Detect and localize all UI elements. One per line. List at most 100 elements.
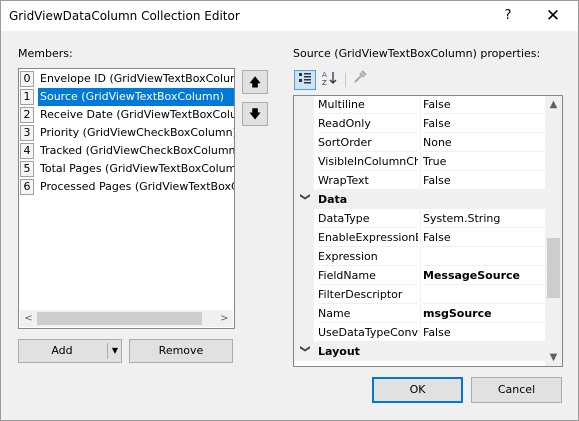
property-value[interactable]: False (423, 96, 545, 114)
members-list[interactable]: 0 Envelope ID (GridViewTextBoxColumn) 1 Sou… (18, 68, 235, 329)
column-separator[interactable] (420, 304, 421, 323)
property-value[interactable]: MessageSource (423, 266, 545, 285)
column-separator[interactable] (420, 152, 421, 171)
property-pages-button[interactable] (349, 70, 371, 90)
property-name: ReadOnly (318, 114, 418, 133)
row-gutter (294, 304, 314, 323)
svg-text:Z: Z (322, 79, 327, 86)
list-item-index: 2 (20, 107, 34, 123)
property-name: Expression (318, 247, 418, 266)
property-row[interactable]: UseDataTypeConverter False (294, 323, 545, 342)
column-separator[interactable] (420, 247, 421, 266)
list-item[interactable]: 4 Tracked (GridViewCheckBoxColumn) (20, 142, 234, 160)
property-name: EnableExpressionEditor (318, 228, 418, 247)
list-item-label: Envelope ID (GridViewTextBoxColumn) (40, 72, 234, 85)
list-item[interactable]: 0 Envelope ID (GridViewTextBoxColumn) (20, 70, 234, 88)
column-separator[interactable] (420, 323, 421, 342)
arrow-up-icon: 🡅 (248, 75, 262, 89)
property-name: Multiline (318, 96, 418, 114)
row-gutter (294, 228, 314, 247)
list-item[interactable]: 3 Priority (GridViewCheckBoxColumn) (20, 124, 234, 142)
wrench-icon (354, 70, 367, 83)
column-separator[interactable] (420, 266, 421, 285)
chevron-down-icon[interactable]: ❯ (296, 193, 315, 207)
property-row[interactable]: WrapText False (294, 171, 545, 190)
arrow-down-icon: 🡇 (248, 107, 262, 121)
scroll-right-icon[interactable]: > (216, 310, 233, 327)
property-row[interactable]: SortOrder None (294, 133, 545, 152)
list-item-label: Processed Pages (GridViewTextBoxColumn) (40, 180, 234, 193)
column-separator[interactable] (420, 228, 421, 247)
property-grid-vertical-scrollbar[interactable]: ▲ ▼ (545, 96, 562, 366)
column-separator[interactable] (420, 96, 421, 114)
property-row[interactable]: EnableExpressionEditor False (294, 228, 545, 247)
property-value[interactable]: msgSource (423, 304, 545, 323)
property-value[interactable] (423, 247, 545, 266)
row-gutter (294, 247, 314, 266)
row-gutter (294, 133, 314, 152)
row-gutter (294, 114, 314, 133)
category-label: Data (318, 193, 348, 206)
move-up-button[interactable]: 🡅 (242, 70, 268, 94)
scrollbar-thumb[interactable] (37, 312, 202, 325)
scroll-down-icon[interactable]: ▼ (545, 349, 562, 366)
property-row[interactable]: Expression (294, 247, 545, 266)
property-value[interactable]: False (423, 114, 545, 133)
list-item[interactable]: 1 Source (GridViewTextBoxColumn) (20, 88, 234, 106)
property-category[interactable]: ❯ Layout (294, 342, 545, 361)
column-separator[interactable] (420, 209, 421, 228)
scroll-up-icon[interactable]: ▲ (545, 96, 562, 113)
property-value[interactable]: False (423, 323, 545, 342)
row-gutter (294, 266, 314, 285)
property-row[interactable]: Name msgSource (294, 304, 545, 323)
close-button[interactable]: ✕ (536, 4, 570, 28)
svg-text:A: A (322, 71, 327, 79)
list-item-label: Receive Date (GridViewTextBoxColumn) (40, 108, 234, 121)
column-separator[interactable] (420, 133, 421, 152)
property-row[interactable]: FilterDescriptor (294, 285, 545, 304)
list-item-index: 1 (20, 89, 34, 105)
dropdown-arrow-icon[interactable]: ▼ (109, 340, 121, 362)
list-item-label: Source (GridViewTextBoxColumn) (38, 88, 234, 106)
property-value[interactable]: False (423, 171, 545, 190)
property-row[interactable]: DataType System.String (294, 209, 545, 228)
scrollbar-thumb[interactable] (547, 238, 560, 298)
column-separator[interactable] (420, 285, 421, 304)
chevron-down-icon[interactable]: ❯ (296, 345, 315, 359)
list-item-index: 0 (20, 71, 34, 87)
remove-button[interactable]: Remove (129, 339, 233, 363)
property-value[interactable]: System.String (423, 209, 545, 228)
property-value[interactable] (423, 285, 545, 304)
column-separator[interactable] (420, 114, 421, 133)
list-item[interactable]: 5 Total Pages (GridViewTextBoxColumn) (20, 160, 234, 178)
property-value[interactable]: False (423, 228, 545, 247)
property-value[interactable]: None (423, 133, 545, 152)
property-value[interactable]: True (423, 152, 545, 171)
categorized-view-button[interactable] (294, 70, 316, 90)
cancel-button[interactable]: Cancel (471, 377, 562, 403)
list-item-label: Tracked (GridViewCheckBoxColumn) (40, 144, 234, 157)
row-gutter (294, 209, 314, 228)
help-button[interactable]: ? (493, 5, 523, 27)
row-gutter (294, 285, 314, 304)
row-gutter (294, 152, 314, 171)
title-bar: GridViewDataColumn Collection Editor ? ✕ (1, 1, 578, 31)
property-row[interactable]: Multiline False (294, 96, 545, 114)
property-row[interactable]: ReadOnly False (294, 114, 545, 133)
move-down-button[interactable]: 🡇 (242, 102, 268, 126)
list-item-label: Total Pages (GridViewTextBoxColumn) (40, 162, 234, 175)
column-separator[interactable] (420, 171, 421, 190)
ok-button[interactable]: OK (372, 377, 463, 403)
add-button-divider (107, 343, 108, 359)
list-item[interactable]: 2 Receive Date (GridViewTextBoxColumn) (20, 106, 234, 124)
property-name: FilterDescriptor (318, 285, 418, 304)
property-row[interactable]: FieldName MessageSource (294, 266, 545, 285)
property-grid[interactable]: Multiline False ReadOnly False SortOrder None… (293, 95, 563, 367)
property-category[interactable]: ❯ Data (294, 190, 545, 209)
property-row[interactable]: VisibleInColumnChooser True (294, 152, 545, 171)
add-button[interactable]: Add ▼ (18, 339, 122, 363)
list-item[interactable]: 6 Processed Pages (GridViewTextBoxColumn) (20, 178, 234, 196)
members-horizontal-scrollbar[interactable]: < > (20, 310, 233, 327)
alphabetical-view-button[interactable]: A Z (319, 70, 341, 90)
scroll-left-icon[interactable]: < (20, 310, 37, 327)
